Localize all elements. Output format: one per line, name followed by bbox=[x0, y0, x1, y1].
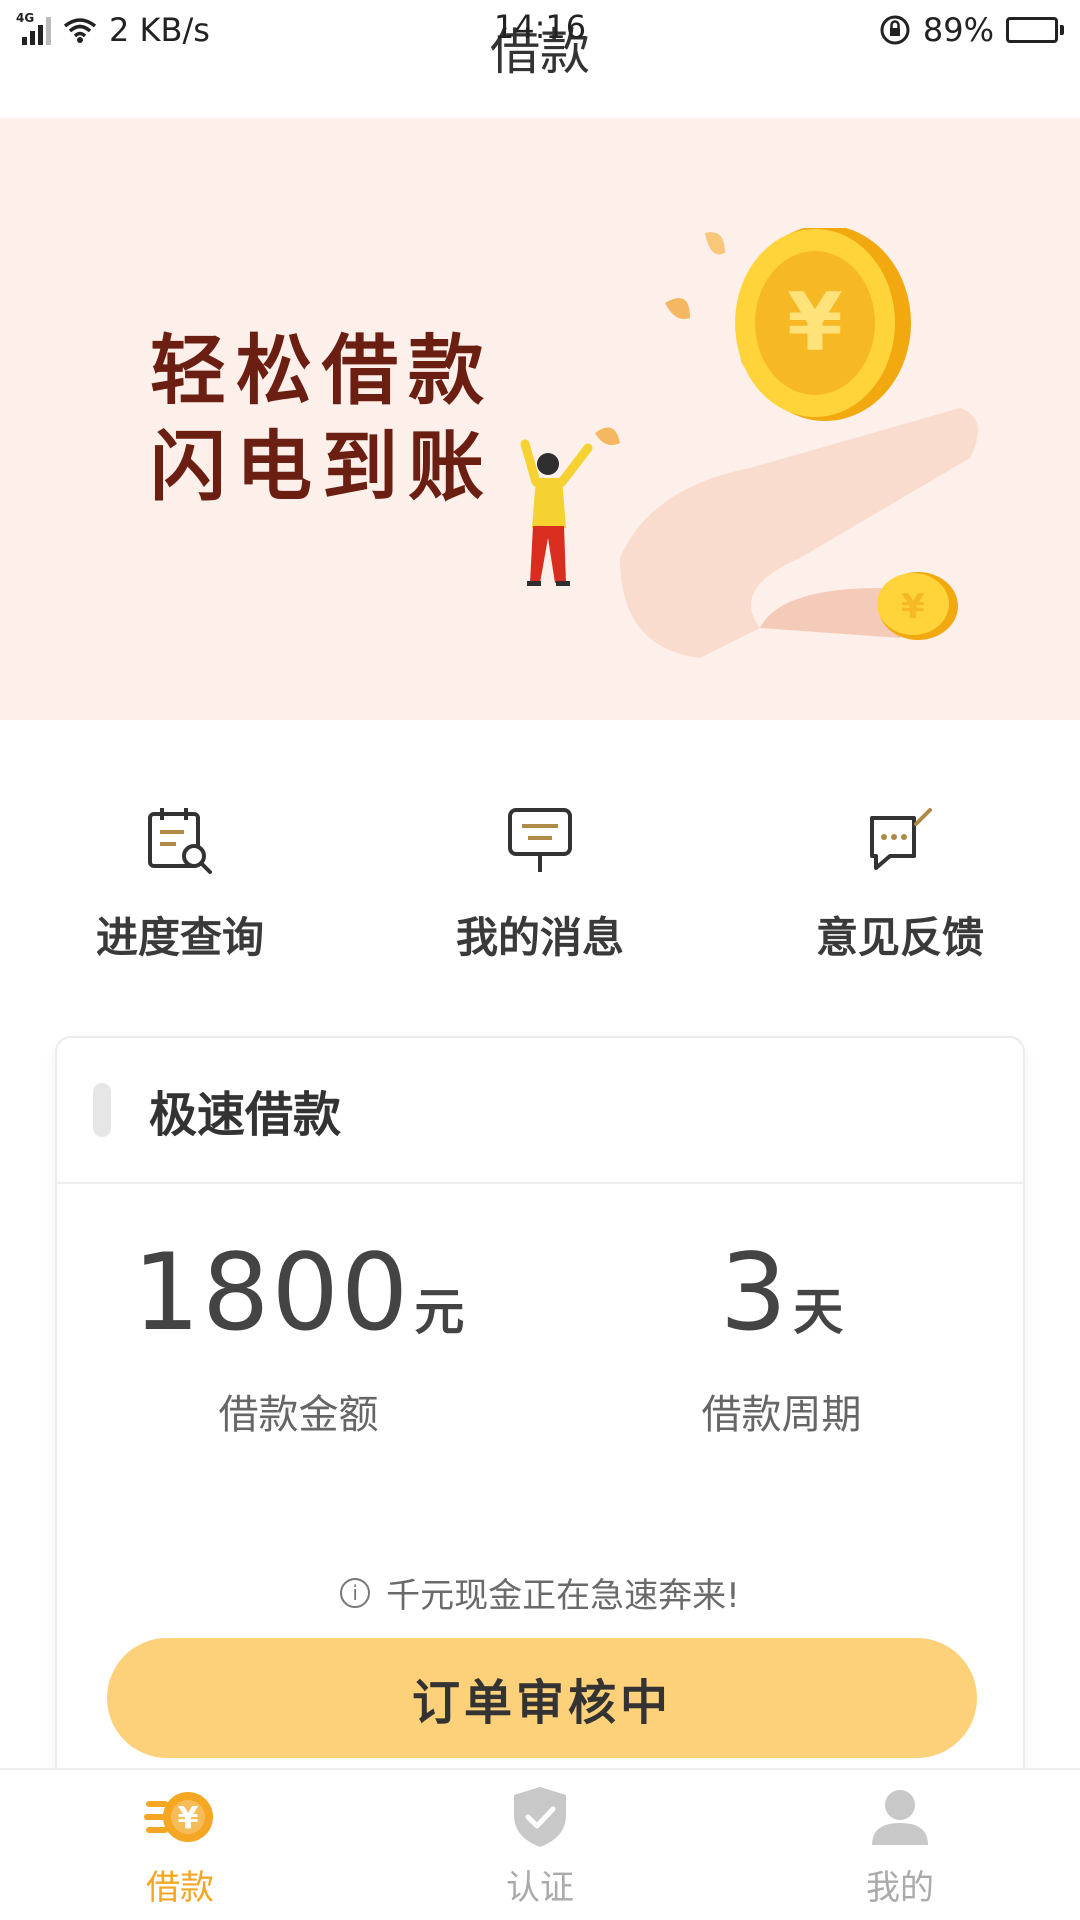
nav-label-loan: 借款 bbox=[146, 1867, 214, 1908]
coin-illustration: ¥ ¥ bbox=[520, 228, 978, 658]
feedback-button[interactable]: 意见反馈 bbox=[750, 800, 1050, 980]
loan-period-label: 借款周期 bbox=[701, 1392, 862, 1438]
my-messages-label: 我的消息 bbox=[455, 913, 624, 962]
loan-amount-value: 1800 bbox=[132, 1231, 411, 1354]
status-left: 4G 2 KB/s bbox=[16, 11, 210, 49]
card-title: 极速借款 bbox=[149, 1087, 342, 1143]
quick-loan-card: 极速借款 1800 元 借款金额 3 天 借款周期 i 千元现金正在急速奔来! bbox=[55, 1036, 1025, 1796]
loan-page: 借款 4G 2 KB/s 89% 14:16 轻松借款 闪电到账 ¥ ¥ 进度查… bbox=[0, 0, 1080, 1920]
svg-text:¥: ¥ bbox=[178, 1801, 199, 1836]
feedback-chat-icon bbox=[860, 800, 940, 880]
nav-label-verify: 认证 bbox=[506, 1867, 574, 1908]
progress-query-label: 进度查询 bbox=[95, 913, 264, 962]
feedback-label: 意见反馈 bbox=[815, 913, 984, 962]
nav-item-loan[interactable]: ¥ 借款 bbox=[60, 1782, 300, 1909]
loan-period-unit: 天 bbox=[793, 1283, 844, 1341]
banner-line-2: 闪电到账 bbox=[150, 422, 494, 511]
message-board-icon bbox=[500, 800, 580, 880]
svg-text:¥: ¥ bbox=[787, 276, 843, 369]
svg-text:¥: ¥ bbox=[901, 587, 925, 627]
title-marker bbox=[93, 1083, 111, 1137]
shield-check-icon bbox=[500, 1782, 580, 1852]
loan-hint: i 千元现金正在急速奔来! bbox=[57, 1568, 1023, 1617]
card-header: 极速借款 bbox=[57, 1038, 1023, 1184]
status-bar: 4G 2 KB/s 89% bbox=[0, 0, 1080, 60]
battery-percent: 89% bbox=[922, 11, 994, 49]
promo-banner[interactable]: 轻松借款 闪电到账 ¥ ¥ bbox=[0, 118, 1080, 720]
my-messages-button[interactable]: 我的消息 bbox=[390, 800, 690, 980]
nav-item-mine[interactable]: 我的 bbox=[780, 1782, 1020, 1909]
status-right: 89% bbox=[879, 11, 1064, 49]
network-speed: 2 KB/s bbox=[109, 11, 210, 49]
wifi-icon bbox=[63, 16, 97, 44]
loan-stats: 1800 元 借款金额 3 天 借款周期 bbox=[57, 1238, 1023, 1440]
loan-hint-text: 千元现金正在急速奔来! bbox=[386, 1576, 740, 1616]
info-icon: i bbox=[340, 1577, 371, 1608]
bottom-nav: ¥ 借款 认证 我的 bbox=[0, 1768, 1080, 1920]
nav-label-mine: 我的 bbox=[866, 1867, 934, 1908]
quick-actions: 进度查询 我的消息 意见反馈 bbox=[0, 800, 1080, 980]
banner-slogan: 轻松借款 闪电到账 bbox=[150, 323, 494, 515]
signal-icon: 4G bbox=[16, 11, 51, 45]
yuan-coin-icon: ¥ bbox=[140, 1782, 220, 1852]
loan-amount: 1800 元 借款金额 bbox=[57, 1238, 540, 1440]
loan-period-value: 3 bbox=[719, 1231, 790, 1354]
loan-amount-label: 借款金额 bbox=[218, 1392, 379, 1438]
banner-line-1: 轻松借款 bbox=[150, 326, 494, 415]
loan-period: 3 天 借款周期 bbox=[540, 1238, 1023, 1440]
order-review-button[interactable]: 订单审核中 bbox=[107, 1638, 977, 1758]
user-icon bbox=[860, 1782, 940, 1852]
loan-amount-unit: 元 bbox=[414, 1283, 465, 1341]
battery-icon bbox=[1006, 17, 1064, 43]
nav-item-verify[interactable]: 认证 bbox=[420, 1782, 660, 1909]
network-type: 4G bbox=[16, 11, 35, 25]
rotation-lock-icon bbox=[879, 14, 911, 46]
progress-query-button[interactable]: 进度查询 bbox=[30, 800, 330, 980]
calendar-search-icon bbox=[140, 800, 220, 880]
